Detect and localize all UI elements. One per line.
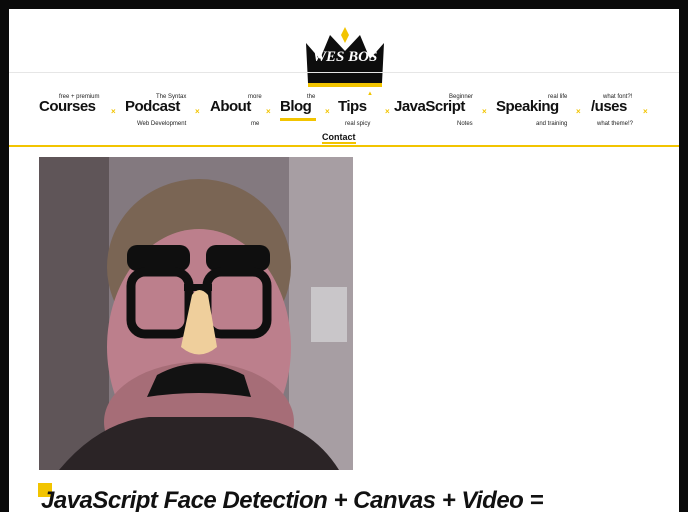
nav-separator: ×	[643, 107, 648, 116]
nav-note-bottom: real spicy	[345, 121, 371, 127]
nav-separator: ×	[325, 107, 330, 116]
nav-item-courses[interactable]: free + premium Courses	[39, 89, 105, 129]
nav-separator: ×	[576, 107, 581, 116]
site-logo[interactable]: WES BOS	[302, 21, 388, 89]
nav-note-bottom: what theme!?	[597, 121, 634, 127]
page: WES BOS free + premium Courses × The Syn…	[9, 9, 679, 512]
post-hero-image[interactable]	[39, 157, 353, 470]
nav-note-bottom: and training	[536, 121, 568, 127]
flame-icon: ▲	[367, 91, 373, 97]
active-underline	[280, 118, 316, 121]
nav-item-javascript[interactable]: Beginner JavaScript Notes	[394, 89, 476, 129]
nav-note-bottom: Notes	[457, 121, 473, 127]
nav-separator: ×	[195, 107, 200, 116]
main-nav: free + premium Courses × The Syntax Podc…	[9, 89, 679, 149]
nav-item-blog[interactable]: the Blog	[280, 89, 320, 129]
logo-text: WES BOS	[312, 49, 378, 65]
nav-item-podcast[interactable]: The Syntax Podcast Web Development	[125, 89, 191, 129]
nav-label: Podcast	[125, 98, 180, 115]
nav-label: Speaking	[496, 98, 559, 115]
nav-separator: ×	[385, 107, 390, 116]
nav-item-tips[interactable]: ▲ Tips real spicy	[338, 89, 378, 129]
nav-label: About	[210, 98, 251, 115]
nav-label: Courses	[39, 98, 96, 115]
nav-separator: ×	[266, 107, 271, 116]
nav-separator: ×	[482, 107, 487, 116]
nav-item-speaking[interactable]: real life Speaking and training	[496, 89, 570, 129]
accent-divider	[9, 145, 679, 147]
nav-label: JavaScript	[394, 98, 465, 115]
header-divider	[9, 72, 679, 73]
nav-label: /uses	[591, 98, 627, 115]
nav-item-contact[interactable]: Contact	[322, 133, 356, 144]
nav-separator: ×	[111, 107, 116, 116]
nav-label: Tips	[338, 98, 367, 115]
nav-item-about[interactable]: more About me	[210, 89, 262, 129]
post-title[interactable]: JavaScript Face Detection + Canvas + Vid…	[41, 487, 679, 512]
nav-note-bottom: Web Development	[137, 121, 187, 127]
face-with-glasses-image	[39, 157, 353, 470]
nav-label: Blog	[280, 98, 312, 115]
nav-item-uses[interactable]: what font?! /uses what theme!?	[591, 89, 639, 129]
nav-note-bottom: me	[251, 121, 260, 127]
